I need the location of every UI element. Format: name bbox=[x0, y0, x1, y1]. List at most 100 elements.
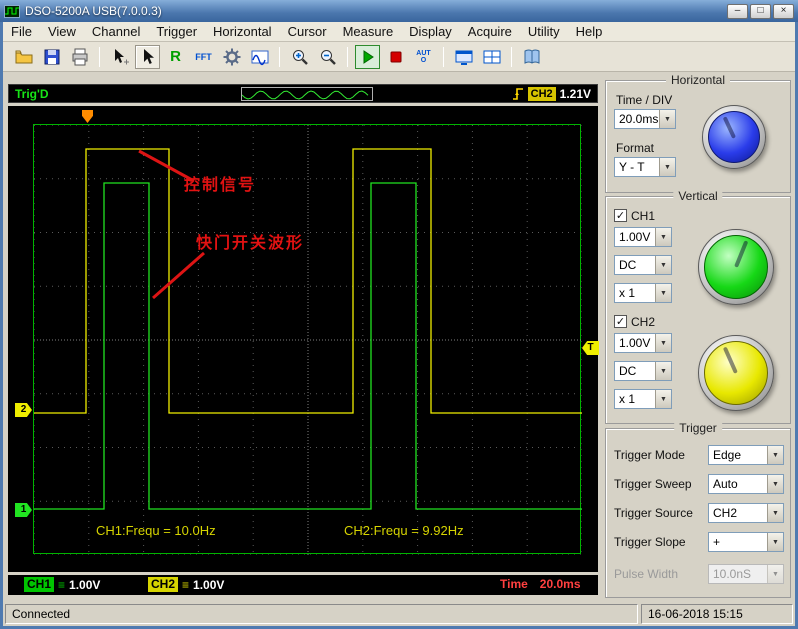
chevron-down-icon[interactable]: ▼ bbox=[659, 158, 675, 176]
ch2-volt-value: 1.00V bbox=[619, 336, 651, 350]
format-value: Y - T bbox=[619, 160, 645, 174]
toolbar-separator bbox=[279, 46, 280, 67]
ch2-volts-per-div: 1.00V bbox=[193, 577, 225, 592]
display-window-icon bbox=[455, 50, 472, 65]
menu-horizontal[interactable]: Horizontal bbox=[205, 22, 280, 41]
menu-measure[interactable]: Measure bbox=[335, 22, 402, 41]
settings-button[interactable] bbox=[219, 45, 244, 69]
maximize-button[interactable]: □ bbox=[750, 3, 771, 19]
time-label: Time bbox=[500, 577, 528, 591]
menu-trigger[interactable]: Trigger bbox=[148, 22, 205, 41]
trigger-slope-select[interactable]: + ▼ bbox=[708, 532, 784, 552]
knob-pointer-icon bbox=[722, 115, 736, 138]
refresh-r-icon: R bbox=[170, 48, 181, 65]
trigger-slope-label: Trigger Slope bbox=[614, 535, 686, 549]
ch2-probe-value: x 1 bbox=[619, 392, 636, 406]
time-div-label: Time / DIV bbox=[616, 93, 673, 107]
menu-utility[interactable]: Utility bbox=[520, 22, 568, 41]
ch1-frequency-readout: CH1:Frequ = 10.0Hz bbox=[96, 523, 216, 538]
menu-help[interactable]: Help bbox=[568, 22, 611, 41]
trigger-sweep-select[interactable]: Auto ▼ bbox=[708, 474, 784, 494]
time-div-select[interactable]: 20.0ms ▼ bbox=[614, 109, 676, 129]
trigger-status-text: Trig'D bbox=[15, 87, 49, 101]
chevron-down-icon[interactable]: ▼ bbox=[655, 334, 671, 352]
refresh-r-button[interactable]: R bbox=[163, 45, 188, 69]
menu-acquire[interactable]: Acquire bbox=[460, 22, 520, 41]
minimize-button[interactable]: – bbox=[727, 3, 748, 19]
menu-view[interactable]: View bbox=[40, 22, 84, 41]
save-button[interactable] bbox=[39, 45, 64, 69]
pulse-width-select: 10.0nS ▼ bbox=[708, 564, 784, 584]
horizontal-knob-face bbox=[708, 111, 760, 163]
stop-button[interactable] bbox=[383, 45, 408, 69]
annotation-arrow-shutter bbox=[152, 251, 205, 300]
ch2-ground-marker[interactable]: 2 bbox=[15, 403, 32, 417]
zoom-out-button[interactable] bbox=[315, 45, 340, 69]
channel-bar: CH1 ≡ 1.00V CH2 ≡ 1.00V Time 20.0ms bbox=[8, 575, 598, 595]
chevron-down-icon[interactable]: ▼ bbox=[655, 228, 671, 246]
chevron-down-icon[interactable]: ▼ bbox=[659, 110, 675, 128]
chevron-down-icon[interactable]: ▼ bbox=[655, 284, 671, 302]
menu-channel[interactable]: Channel bbox=[84, 22, 148, 41]
trigger-edge-icon bbox=[512, 88, 523, 100]
trigger-group-title: Trigger bbox=[674, 421, 722, 435]
toolbar-separator bbox=[347, 46, 348, 67]
knob-pointer-icon bbox=[734, 240, 749, 268]
ch1-ground-marker[interactable]: 1 bbox=[15, 503, 32, 517]
ch1-vertical-knob[interactable] bbox=[698, 229, 774, 305]
ch2-coupling-icon: ≡ bbox=[182, 577, 190, 592]
menu-bar: File View Channel Trigger Horizontal Cur… bbox=[3, 22, 795, 42]
chevron-down-icon[interactable]: ▼ bbox=[767, 504, 783, 522]
ch2-coupling-select[interactable]: DC ▼ bbox=[614, 361, 672, 381]
ch2-probe-select[interactable]: x 1 ▼ bbox=[614, 389, 672, 409]
ch1-probe-value: x 1 bbox=[619, 286, 636, 300]
zoom-out-icon bbox=[320, 49, 336, 65]
trigger-source-select[interactable]: CH2 ▼ bbox=[708, 503, 784, 523]
ch1-probe-select[interactable]: x 1 ▼ bbox=[614, 283, 672, 303]
ch1-checkbox-label: CH1 bbox=[631, 209, 656, 223]
ch1-volt-select[interactable]: 1.00V ▼ bbox=[614, 227, 672, 247]
ch2-checkbox[interactable]: ✓ bbox=[614, 315, 627, 328]
trigger-group: Trigger Trigger Mode Edge ▼ Trigger Swee… bbox=[605, 421, 791, 598]
trigger-position-marker[interactable] bbox=[82, 110, 93, 123]
title-bar[interactable]: DSO-5200A USB(7.0.0.3) – □ × bbox=[0, 0, 798, 22]
connection-status: Connected bbox=[5, 604, 638, 624]
chevron-down-icon[interactable]: ▼ bbox=[767, 533, 783, 551]
chevron-down-icon[interactable]: ▼ bbox=[767, 475, 783, 493]
chevron-down-icon[interactable]: ▼ bbox=[655, 256, 671, 274]
chevron-down-icon[interactable]: ▼ bbox=[767, 446, 783, 464]
chevron-down-icon[interactable]: ▼ bbox=[655, 362, 671, 380]
format-select[interactable]: Y - T ▼ bbox=[614, 157, 676, 177]
trigger-channel-badge: CH2 bbox=[527, 87, 556, 101]
close-button[interactable]: × bbox=[773, 3, 794, 19]
help-button[interactable] bbox=[519, 45, 544, 69]
waveform-icon bbox=[251, 50, 268, 65]
menu-file[interactable]: File bbox=[3, 22, 40, 41]
cursor-button[interactable] bbox=[135, 44, 160, 69]
print-icon bbox=[72, 48, 87, 65]
display-window-button[interactable] bbox=[451, 45, 476, 69]
ch2-volt-select[interactable]: 1.00V ▼ bbox=[614, 333, 672, 353]
auto-setup-button[interactable]: AUTO bbox=[411, 45, 436, 69]
open-button[interactable] bbox=[11, 45, 36, 69]
menu-display[interactable]: Display bbox=[401, 22, 460, 41]
waveform-preview bbox=[241, 87, 373, 101]
ch2-vertical-knob[interactable] bbox=[698, 335, 774, 411]
cursor-config-button[interactable] bbox=[107, 45, 132, 69]
fft-button[interactable]: FFT bbox=[191, 45, 216, 69]
zoom-in-button[interactable] bbox=[287, 45, 312, 69]
waveform-button[interactable] bbox=[247, 45, 272, 69]
chevron-down-icon[interactable]: ▼ bbox=[655, 390, 671, 408]
app-window: DSO-5200A USB(7.0.0.3) – □ × File View C… bbox=[0, 0, 798, 629]
print-button[interactable] bbox=[67, 45, 92, 69]
menu-cursor[interactable]: Cursor bbox=[280, 22, 335, 41]
horizontal-knob[interactable] bbox=[702, 105, 766, 169]
run-button[interactable] bbox=[355, 44, 380, 69]
display-split-button[interactable] bbox=[479, 45, 504, 69]
ch1-checkbox[interactable]: ✓ bbox=[614, 209, 627, 222]
ch1-coupling-select[interactable]: DC ▼ bbox=[614, 255, 672, 275]
ch2-coupling-value: DC bbox=[619, 364, 637, 378]
trigger-level-marker[interactable]: T bbox=[582, 341, 599, 355]
ch2-checkbox-label: CH2 bbox=[631, 315, 656, 329]
trigger-mode-select[interactable]: Edge ▼ bbox=[708, 445, 784, 465]
